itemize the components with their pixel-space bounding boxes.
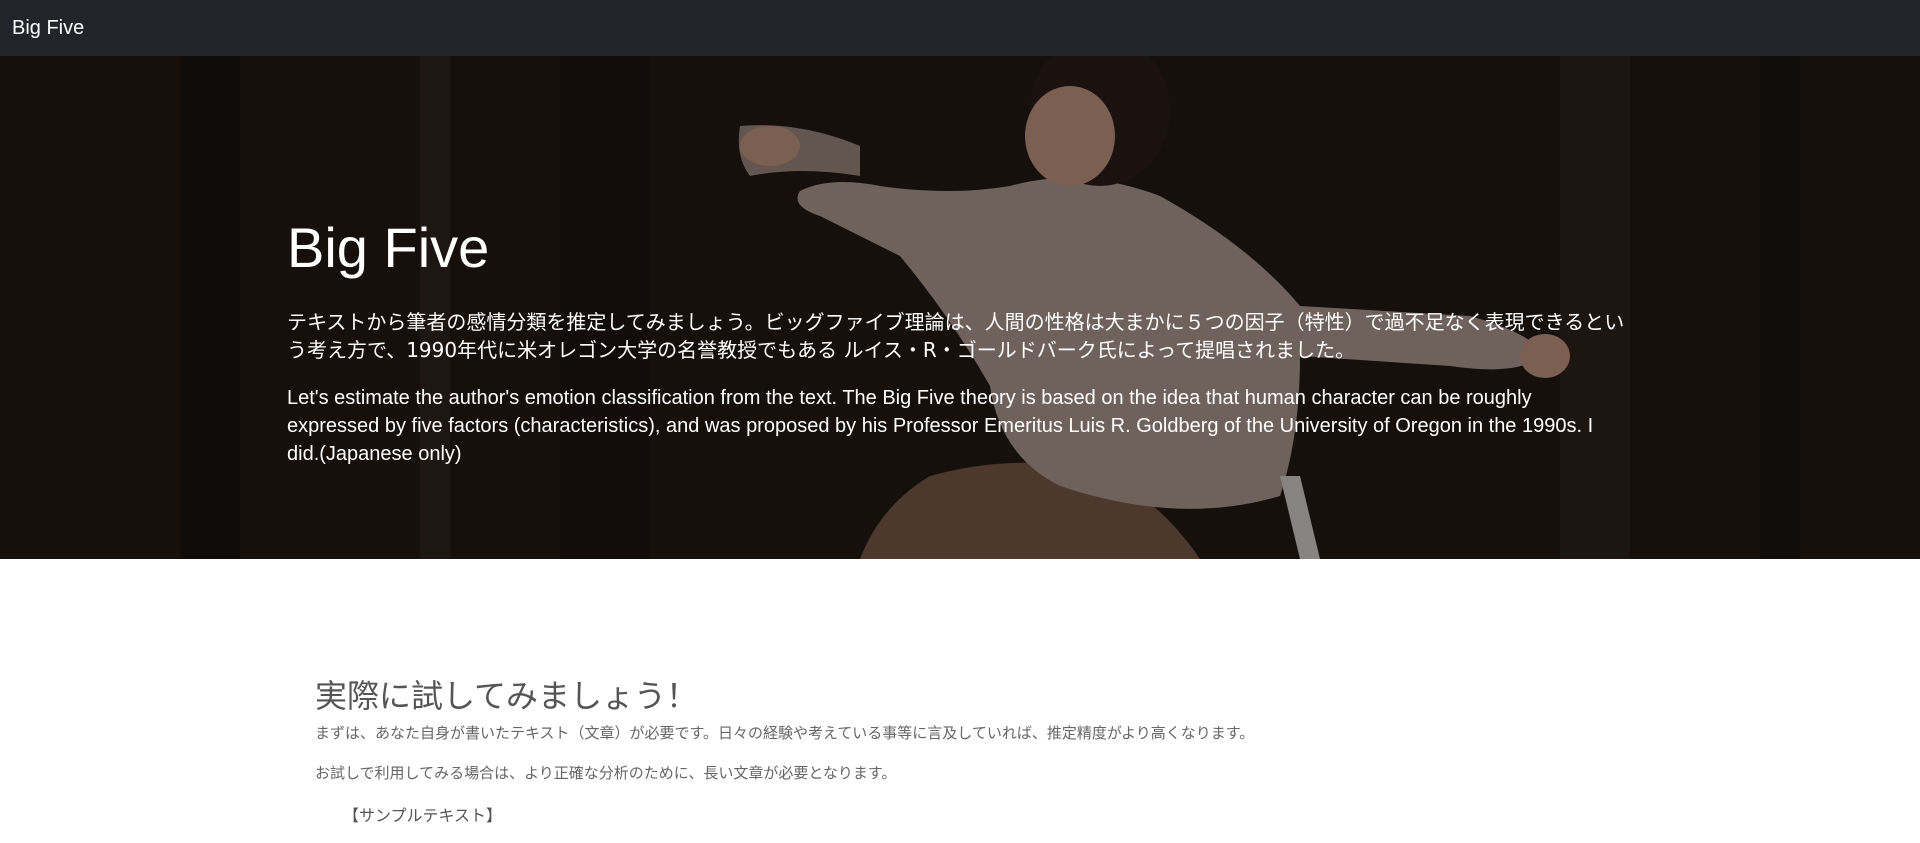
section-heading: 実際に試してみましょう！ [315,677,699,715]
sample-text-label: 【サンプルテキスト】 [343,806,503,825]
hero-banner: Big Five テキストから筆者の感情分類を推定してみましょう。ビッグファイブ… [0,56,1920,559]
try-it-section: 実際に試してみましょう！ まずは、あなた自身が書いたテキスト（文章）が必要です。… [315,676,1615,826]
hero-description-en: Let's estimate the author's emotion clas… [287,387,1594,466]
hero-description-ja: テキストから筆者の感情分類を推定してみましょう。ビッグファイブ理論は、人間の性格… [287,310,1625,363]
hero-content: Big Five テキストから筆者の感情分類を推定してみましょう。ビッグファイブ… [287,216,1627,488]
hero-title: Big Five [287,216,490,279]
navbar: Big Five [0,0,1920,56]
intro-paragraph: まずは、あなた自身が書いたテキスト（文章）が必要です。日々の経験や考えている事等… [315,724,1255,742]
trial-note-paragraph: お試しで利用してみる場合は、より正確な分析のために、長い文章が必要となります。 [315,764,897,782]
navbar-brand[interactable]: Big Five [12,17,84,40]
